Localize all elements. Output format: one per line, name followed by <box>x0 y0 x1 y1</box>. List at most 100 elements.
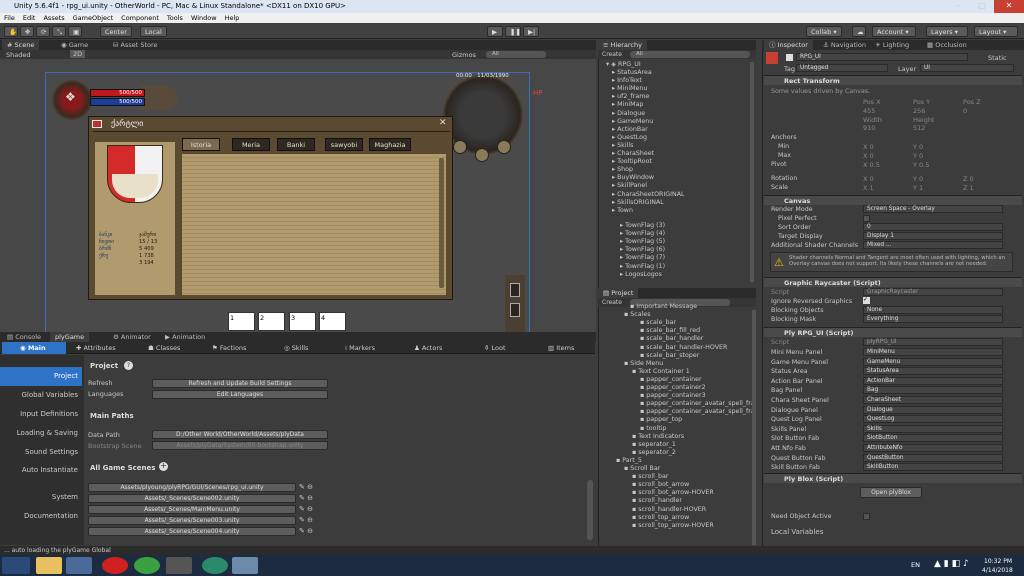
tab-maghazia[interactable]: Maghazia <box>369 138 411 151</box>
project-item[interactable]: ▪ Scales <box>624 311 651 318</box>
maximize-icon[interactable]: □ <box>970 0 994 13</box>
tab-meria[interactable]: Meria <box>232 138 270 151</box>
project-item[interactable]: ▪ papper_container_avatar_spell_fra <box>640 400 755 407</box>
collab-button[interactable]: Collab ▾ <box>806 26 842 37</box>
minimize-icon[interactable]: – <box>946 0 970 13</box>
explorer-icon[interactable] <box>36 557 62 574</box>
tab-asset-store[interactable]: ⛁ Asset Store <box>108 40 163 50</box>
blocking-objects-dropdown[interactable]: None <box>863 306 1003 314</box>
project-item[interactable]: ▪ scroll_bot_arrow <box>632 481 689 488</box>
nav-project[interactable]: Project <box>0 367 82 386</box>
ply-tab-main[interactable]: ◉ Main <box>2 342 66 354</box>
dialog-close-icon[interactable]: ✕ <box>439 118 447 128</box>
hierarchy-item[interactable]: ▸ TooltipRoot <box>612 158 652 165</box>
ply-field-value[interactable]: QuestButton <box>863 453 1003 462</box>
hierarchy-item[interactable]: ▸ uf2_frame <box>612 93 649 100</box>
hierarchy-item[interactable]: ▸ Skills <box>612 142 633 149</box>
tab-lighting[interactable]: ☀ Lighting <box>870 40 914 50</box>
hand-tool-icon[interactable]: ✋ <box>4 26 18 37</box>
action-slot-2[interactable]: 2 <box>258 312 285 331</box>
ply-tab-attributes[interactable]: ✚ Attributes <box>76 342 116 354</box>
text-scrollbar[interactable] <box>439 158 444 288</box>
ply-field-value[interactable]: QuestLog <box>863 415 1003 424</box>
menu-gameobject[interactable]: GameObject <box>73 13 114 23</box>
project-scrollbar[interactable] <box>752 310 756 545</box>
ignore-reversed-checkbox[interactable]: ✓ <box>863 297 870 304</box>
ply-tab-classes[interactable]: ☗ Classes <box>148 342 180 354</box>
menu-assets[interactable]: Assets <box>43 13 64 23</box>
ply-field-value[interactable]: StatusArea <box>863 367 1003 376</box>
project-item[interactable]: ▪ tooltip <box>640 425 666 432</box>
project-item[interactable]: ▪ scale_bar_stoper <box>640 352 699 359</box>
ply-tab-skills[interactable]: ◎ Skills <box>284 342 308 354</box>
tab-istoria[interactable]: Istoria <box>182 138 220 151</box>
action-slot-4[interactable]: 4 <box>319 312 346 331</box>
scene-field[interactable]: Assets/plyoung/plyRPG/GUI/Scenes/rpg_ui.… <box>88 483 296 492</box>
step-icon[interactable]: ▶| <box>523 26 539 37</box>
tab-project[interactable]: ▤ Project <box>598 288 639 298</box>
project-item[interactable]: ▪ scale_bar_handler <box>640 335 703 342</box>
gizmos-dropdown[interactable]: Gizmos <box>452 51 476 59</box>
scene-field[interactable]: Assets/_Scenes/Scene002.unity <box>88 494 296 503</box>
hierarchy-item[interactable]: ▸ Dialogue <box>612 110 645 117</box>
ply-tab-items[interactable]: ▥ Items <box>548 342 574 354</box>
nav-loading-saving[interactable]: Loading & Saving <box>0 429 82 437</box>
round-button-icon[interactable] <box>453 140 467 154</box>
tab-scene[interactable]: # Scene <box>2 40 40 50</box>
tab-occlusion[interactable]: ▦ Occlusion <box>922 40 972 50</box>
ply-field-value[interactable]: SkillButton <box>863 463 1003 472</box>
project-item[interactable]: ▪ Side Menu <box>624 360 663 367</box>
rect-transform-header[interactable]: Rect Transform <box>764 75 1022 85</box>
2d-toggle[interactable]: 2D <box>70 50 86 58</box>
project-item[interactable]: ▪ scale_bar_fill_red <box>640 327 700 334</box>
render-mode-dropdown[interactable]: Screen Space - Overlay <box>863 205 1003 213</box>
scale-tool-icon[interactable]: ⤡ <box>52 26 66 37</box>
ply-scrollbar[interactable] <box>587 480 593 540</box>
ply-tab-factions[interactable]: ⚑ Factions <box>212 342 246 354</box>
map-icon[interactable] <box>510 303 520 317</box>
layers-dropdown[interactable]: Layers ▾ <box>926 26 968 37</box>
raycaster-header[interactable]: Graphic Raycaster (Script) <box>764 277 1022 287</box>
ply-blox-header[interactable]: Ply Blox (Script) <box>764 473 1022 483</box>
ply-field-value[interactable]: SlotButton <box>863 434 1003 443</box>
hierarchy-child-item[interactable]: ▸ TownFlag (7) <box>620 254 665 261</box>
opera-icon[interactable] <box>102 557 128 574</box>
language-indicator[interactable]: EN <box>911 561 920 569</box>
tag-dropdown[interactable]: Untagged <box>796 64 888 72</box>
hierarchy-root[interactable]: ▾ ◈ RPG_UI <box>606 61 641 68</box>
menu-icon[interactable] <box>510 283 520 297</box>
hierarchy-item[interactable]: ▸ Town <box>612 207 633 214</box>
ply-field-value[interactable]: Skills <box>863 424 1003 433</box>
hierarchy-item[interactable]: ▸ CharaSheetORIGINAL <box>612 191 685 198</box>
need-object-checkbox[interactable] <box>863 513 870 520</box>
start-button-icon[interactable] <box>2 557 30 574</box>
menu-component[interactable]: Component <box>121 13 159 23</box>
pivot-center-button[interactable]: Center <box>100 26 132 37</box>
shader-channels-dropdown[interactable]: Mixed ... <box>863 241 1003 249</box>
tab-console[interactable]: ▤ Console <box>2 332 46 342</box>
scene-field[interactable]: Assets/_Scenes/Scene004.unity <box>88 527 296 536</box>
menu-tools[interactable]: Tools <box>167 13 183 23</box>
hierarchy-child-item[interactable]: ▸ TownFlag (3) <box>620 222 665 229</box>
menu-edit[interactable]: Edit <box>23 13 36 23</box>
pixel-perfect-checkbox[interactable] <box>863 215 870 222</box>
project-item[interactable]: ▪ scroll_bot_arrow-HOVER <box>632 489 714 496</box>
chrome-icon[interactable] <box>134 557 160 574</box>
project-item[interactable]: ▪ scale_bar <box>640 319 676 326</box>
project-item[interactable]: ▪ Important Message <box>630 303 697 310</box>
rotate-tool-icon[interactable]: ⟳ <box>36 26 50 37</box>
hierarchy-scrollbar[interactable] <box>750 62 754 282</box>
hierarchy-item[interactable]: ▸ QuestLog <box>612 134 647 141</box>
blocking-mask-dropdown[interactable]: Everything <box>863 315 1003 323</box>
tab-game[interactable]: ◉ Game <box>56 40 93 50</box>
ply-tab-actors[interactable]: ♟ Actors <box>414 342 442 354</box>
hierarchy-create[interactable]: Create <box>602 51 622 58</box>
project-item[interactable]: ▪ seperator_2 <box>632 449 676 456</box>
play-icon[interactable]: ▶ <box>487 26 503 37</box>
hierarchy-item[interactable]: ▸ CharaSheet <box>612 150 654 157</box>
project-item[interactable]: ▪ scroll_top_arrow <box>632 514 689 521</box>
nav-global-variables[interactable]: Global Variables <box>0 391 82 399</box>
nav-input-definitions[interactable]: Input Definitions <box>0 410 82 418</box>
scene-field[interactable]: Assets/_Scenes/MainMenu.unity <box>88 505 296 514</box>
ply-field-value[interactable]: CharaSheet <box>863 396 1003 404</box>
